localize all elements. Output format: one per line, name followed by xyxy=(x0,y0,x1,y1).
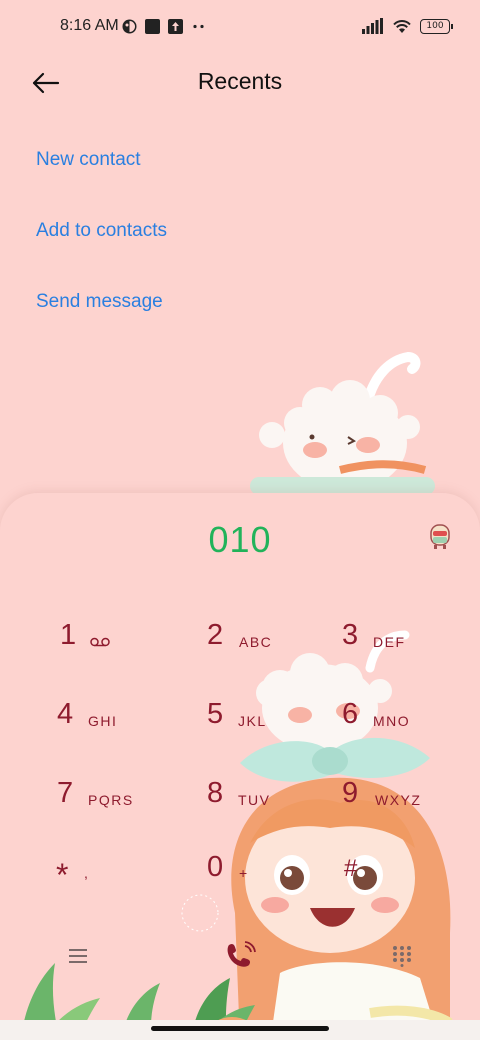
key-star[interactable]: * , xyxy=(56,855,196,915)
key-letters: PQRS xyxy=(88,792,134,808)
key-letters: DEF xyxy=(373,634,406,650)
menu-icon[interactable] xyxy=(68,948,88,964)
status-bar: 8:16 AM 100 xyxy=(0,0,480,56)
key-digit: 4 xyxy=(57,698,74,730)
key-digit: 7 xyxy=(57,777,74,809)
key-digit: 9 xyxy=(342,777,359,809)
keypad-icon[interactable] xyxy=(392,945,412,967)
square-icon xyxy=(145,19,160,34)
robot-icon[interactable] xyxy=(428,523,452,551)
key-digit: 2 xyxy=(207,619,224,651)
key-2[interactable]: 2 ABC xyxy=(207,619,347,679)
key-letters: WXYZ xyxy=(375,792,422,808)
key-1[interactable]: 1 xyxy=(60,619,200,679)
status-time: 8:16 AM xyxy=(60,17,119,34)
key-digit: * xyxy=(56,857,69,893)
new-contact-link[interactable]: New contact xyxy=(36,149,141,171)
key-hash[interactable]: # xyxy=(344,855,480,915)
add-to-contacts-link[interactable]: Add to contacts xyxy=(36,220,167,242)
key-digit: 0 xyxy=(207,851,224,883)
dialpad-panel: 010 1 2 ABC 3 DEF 4 GHI 5 JKL 6 MNO 7 PQ… xyxy=(0,493,480,1040)
status-notification-icons xyxy=(122,19,207,34)
key-letters: + xyxy=(239,865,249,881)
voicemail-icon xyxy=(90,637,110,647)
more-dots-icon xyxy=(193,24,204,29)
battery-icon: 100 xyxy=(420,18,453,34)
key-letters: , xyxy=(84,865,90,881)
key-letters: TUV xyxy=(238,792,271,808)
sheep-illustration xyxy=(250,351,435,495)
send-message-link[interactable]: Send message xyxy=(36,291,163,313)
key-digit: 1 xyxy=(60,619,77,651)
page-title: Recents xyxy=(197,68,283,94)
key-9[interactable]: 9 WXYZ xyxy=(342,777,480,837)
key-digit: 8 xyxy=(207,777,224,809)
key-8[interactable]: 8 TUV xyxy=(207,777,347,837)
key-digit: 3 xyxy=(342,619,359,651)
header: Recents xyxy=(0,56,480,108)
key-digit: 5 xyxy=(207,698,224,730)
key-0[interactable]: 0 + xyxy=(207,851,347,911)
key-letters: ABC xyxy=(239,634,273,650)
call-icon[interactable] xyxy=(224,941,256,969)
key-digit: 6 xyxy=(342,698,359,730)
key-6[interactable]: 6 MNO xyxy=(342,698,480,758)
key-5[interactable]: 5 JKL xyxy=(207,698,347,758)
wifi-icon xyxy=(393,20,411,33)
upload-icon xyxy=(168,19,183,34)
app-notification-icon xyxy=(122,19,137,34)
status-system-icons: 100 xyxy=(362,18,453,34)
key-letters: JKL xyxy=(238,713,267,729)
key-letters: GHI xyxy=(88,713,118,729)
key-3[interactable]: 3 DEF xyxy=(342,619,480,679)
key-4[interactable]: 4 GHI xyxy=(57,698,197,758)
home-indicator[interactable] xyxy=(151,1026,329,1031)
dialed-number: 010 xyxy=(208,519,272,560)
key-letters: MNO xyxy=(373,713,411,729)
signal-icon xyxy=(362,18,383,34)
key-digit: # xyxy=(344,855,358,882)
key-7[interactable]: 7 PQRS xyxy=(57,777,197,837)
